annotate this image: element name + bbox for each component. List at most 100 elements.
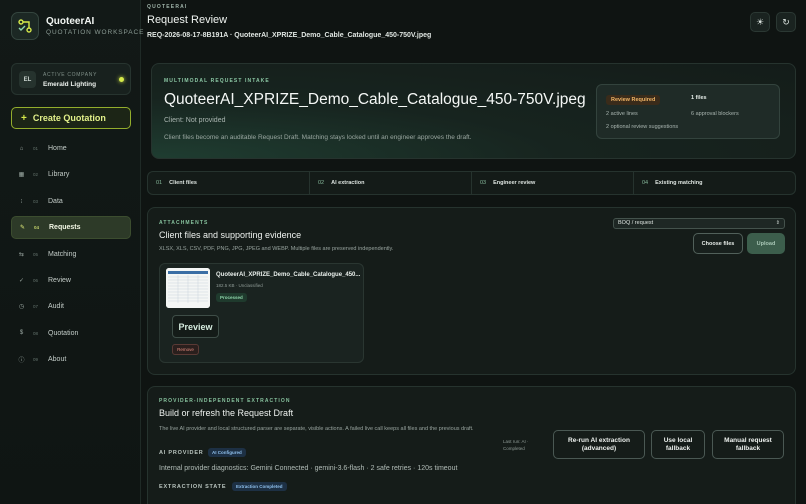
manual-fallback-button[interactable]: Manual request fallback bbox=[712, 430, 784, 459]
file-type-select-value: BOQ / request bbox=[618, 220, 654, 226]
last-run-status: Last run: AI · Completed bbox=[503, 439, 529, 451]
refresh-button[interactable]: ↻ bbox=[776, 12, 796, 32]
step-tab-01[interactable]: 01 Client files bbox=[148, 172, 310, 194]
company-avatar: EL bbox=[19, 71, 36, 88]
sidebar: QuoteerAI QUOTATION WORKSPACE EL ACTIVE … bbox=[0, 0, 144, 504]
info-icon: ⓘ bbox=[18, 358, 25, 365]
choose-files-button[interactable]: Choose files bbox=[693, 233, 743, 254]
attachments-title: Client files and supporting evidence bbox=[159, 230, 302, 240]
status-badge: Review Required bbox=[606, 95, 661, 105]
active-lines-count: 2 active lines bbox=[606, 111, 638, 117]
library-icon: ▦ bbox=[18, 172, 25, 179]
sidebar-item-number: 02 bbox=[33, 172, 39, 178]
sidebar-item-quotation[interactable]: $08 Quotation bbox=[11, 322, 131, 345]
logo-icon bbox=[11, 12, 39, 40]
extraction-description: The live AI provider and local structure… bbox=[159, 426, 474, 432]
optional-suggestions-count: 2 optional review suggestions bbox=[606, 124, 679, 130]
sidebar-item-number: 04 bbox=[34, 225, 40, 231]
workflow-steps: 01 Client files 02 AI extraction 03 Engineer … bbox=[147, 171, 796, 195]
active-company-card[interactable]: EL ACTIVE COMPANY Emerald Lighting bbox=[11, 63, 131, 95]
file-type-select[interactable]: BOQ / request ⇕ bbox=[613, 218, 785, 229]
step-tab-02[interactable]: 02 AI extraction bbox=[310, 172, 472, 194]
create-quotation-button[interactable]: + Create Quotation bbox=[11, 107, 131, 129]
step-number: 03 bbox=[480, 180, 487, 186]
sidebar-item-label: About bbox=[48, 356, 67, 364]
preview-button[interactable]: Preview bbox=[172, 315, 219, 338]
file-status-badge: Processed bbox=[216, 293, 247, 302]
brand[interactable]: QuoteerAI QUOTATION WORKSPACE bbox=[11, 12, 144, 40]
remove-file-button[interactable]: Remove bbox=[172, 344, 199, 355]
hero-file-title: QuoteerAI_XPRIZE_Demo_Cable_Catalogue_45… bbox=[164, 91, 586, 108]
hero-description: Client files become an auditable Request… bbox=[164, 134, 472, 141]
sidebar-item-audit[interactable]: ◷ 07 Audit bbox=[11, 295, 131, 318]
brand-name: QuoteerAI bbox=[46, 16, 95, 27]
attachments-overline: ATTACHMENTS bbox=[159, 220, 209, 226]
extraction-title: Build or refresh the Request Draft bbox=[159, 408, 294, 418]
sidebar-item-about[interactable]: ⓘ 09 About bbox=[11, 348, 131, 371]
clock-icon: ◷ bbox=[18, 304, 25, 311]
extraction-state-label: EXTRACTION STATE bbox=[159, 484, 227, 490]
sidebar-item-number: 01 bbox=[33, 146, 39, 151]
rerun-ai-extraction-button[interactable]: Re-run AI extraction (advanced) bbox=[553, 430, 645, 459]
step-number: 01 bbox=[156, 180, 163, 186]
sidebar-item-label: Data bbox=[48, 197, 63, 205]
matching-icon: ⇆ bbox=[18, 251, 25, 258]
step-number: 02 bbox=[318, 180, 325, 186]
select-caret-icon: ⇕ bbox=[775, 220, 780, 226]
step-label: Client files bbox=[169, 180, 197, 186]
step-tab-04[interactable]: 04 Existing matching bbox=[634, 172, 795, 194]
sidebar-item-label: Audit bbox=[48, 303, 64, 311]
step-tab-03[interactable]: 03 Engineer review bbox=[472, 172, 634, 194]
create-quotation-label: Create Quotation bbox=[32, 113, 106, 123]
sidebar-item-label: Matching bbox=[48, 250, 77, 258]
request-status-card: Review Required 1 files 2 active lines 6… bbox=[596, 84, 780, 139]
local-fallback-button[interactable]: Use local fallback bbox=[651, 430, 705, 459]
approval-blockers-count: 6 approval blockers bbox=[691, 111, 739, 117]
step-label: AI extraction bbox=[331, 180, 365, 186]
sidebar-item-number: 08 bbox=[33, 330, 39, 336]
file-name: QuoteerAI_XPRIZE_Demo_Cable_Catalogue_45… bbox=[216, 272, 361, 278]
attachments-panel: ATTACHMENTS Client files and supporting … bbox=[147, 207, 796, 375]
ai-provider-label: AI PROVIDER bbox=[159, 450, 204, 456]
company-label: ACTIVE COMPANY bbox=[43, 72, 98, 78]
request-intake-hero: MULTIMODAL REQUEST INTAKE QuoteerAI_XPRI… bbox=[151, 63, 796, 159]
files-count: 1 files bbox=[691, 95, 707, 101]
sidebar-item-matching[interactable]: ⇆ 05 Matching bbox=[11, 243, 131, 266]
sidebar-item-requests[interactable]: ✎ 04 Requests bbox=[11, 216, 131, 240]
refresh-icon: ↻ bbox=[782, 16, 790, 27]
file-thumbnail[interactable] bbox=[166, 268, 210, 308]
company-name: Emerald Lighting bbox=[43, 81, 97, 88]
ai-provider-badge: AI Configured bbox=[208, 448, 246, 457]
sidebar-item-label: Review bbox=[48, 276, 71, 284]
hero-client: Client: Not provided bbox=[164, 117, 226, 124]
upload-button[interactable]: Upload bbox=[747, 233, 785, 254]
extraction-panel: PROVIDER-INDEPENDENT EXTRACTION Build or… bbox=[147, 386, 796, 504]
page-title: Request Review bbox=[147, 14, 228, 26]
provider-diagnostics: Internal provider diagnostics: Gemini Co… bbox=[159, 465, 458, 472]
theme-toggle-button[interactable]: ☀ bbox=[750, 12, 770, 32]
sidebar-nav: ⌂ 01 Home ▦ 02 Library ⁝ 03 Data ✎ 04 Requests ⇆ 05 Ma… bbox=[11, 137, 131, 375]
sidebar-item-data[interactable]: ⁝ 03 Data bbox=[11, 190, 131, 213]
sidebar-item-number: 09 bbox=[33, 357, 39, 363]
step-label: Existing matching bbox=[655, 180, 703, 186]
sidebar-item-library[interactable]: ▦ 02 Library bbox=[11, 163, 131, 186]
extraction-overline: PROVIDER-INDEPENDENT EXTRACTION bbox=[159, 398, 291, 404]
brand-subtitle: QUOTATION WORKSPACE bbox=[46, 29, 145, 36]
sidebar-item-number: 05 bbox=[33, 251, 39, 257]
file-card: QuoteerAI_XPRIZE_Demo_Cable_Catalogue_45… bbox=[159, 263, 364, 363]
sidebar-item-label: Home bbox=[48, 145, 67, 152]
requests-icon: ✎ bbox=[19, 225, 26, 232]
sidebar-item-label: Requests bbox=[49, 224, 81, 232]
dollar-icon: $ bbox=[19, 330, 24, 337]
status-dot-icon bbox=[119, 77, 124, 82]
sidebar-item-label: Quotation bbox=[48, 329, 79, 337]
data-icon: ⁝ bbox=[20, 198, 23, 205]
sidebar-item-label: Library bbox=[48, 171, 70, 179]
step-label: Engineer review bbox=[493, 180, 536, 186]
header-overline: QUOTEERAI bbox=[147, 4, 188, 10]
hero-overline: MULTIMODAL REQUEST INTAKE bbox=[164, 78, 270, 84]
page-header: QUOTEERAI Request Review REQ-2026-08-17-… bbox=[147, 0, 806, 44]
sidebar-item-home[interactable]: ⌂ 01 Home bbox=[11, 137, 131, 160]
sidebar-item-review[interactable]: ✓ 06 Review bbox=[11, 269, 131, 292]
sun-icon: ☀ bbox=[755, 16, 765, 27]
